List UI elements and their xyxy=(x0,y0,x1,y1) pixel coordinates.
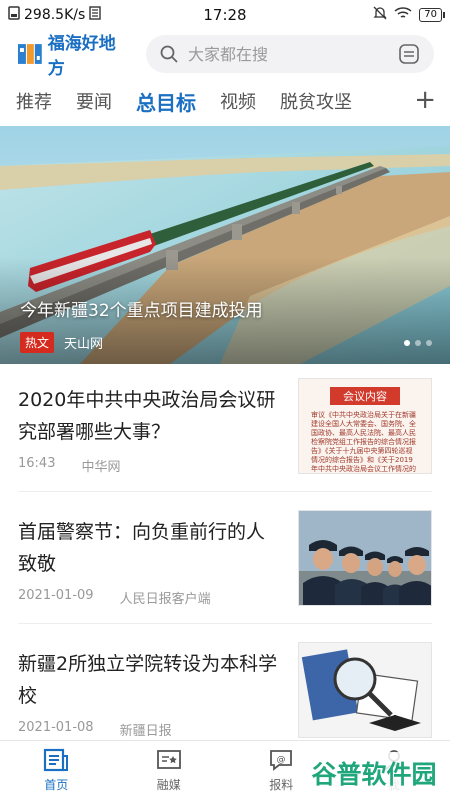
hot-tag: 热文 xyxy=(20,332,55,353)
thumb-heading: 会议内容 xyxy=(330,387,400,405)
news-item[interactable]: 2020年中共中央政治局会议研究部署哪些大事？ 16:43 中华网 会议内容 审… xyxy=(18,372,432,492)
home-icon xyxy=(44,748,69,772)
news-thumbnail xyxy=(298,642,432,738)
search-bar[interactable] xyxy=(146,35,434,73)
channel-tabs: 推荐 要闻 总目标 视频 脱贫攻坚 + xyxy=(0,82,450,120)
app-name: 福海好地方 xyxy=(47,34,116,79)
clock: 17:28 xyxy=(203,6,247,24)
search-icon xyxy=(160,45,178,63)
banner-meta: 热文 天山网 xyxy=(20,332,103,353)
news-source: 新疆日报 xyxy=(119,724,172,739)
news-source: 人民日报客户端 xyxy=(119,592,211,607)
carousel-indicator xyxy=(404,340,432,346)
news-title[interactable]: 2020年中共中央政治局会议研究部署哪些大事？ xyxy=(18,384,280,448)
tab-general-goal[interactable]: 总目标 xyxy=(136,87,196,116)
scan-icon[interactable] xyxy=(398,43,420,65)
banner-title[interactable]: 今年新疆32个重点项目建成投用 xyxy=(20,296,263,321)
thumb-text: 审议《中共中央政治局关于在新疆建设全国人大常委会、国务院、全国政协、最高人民法院… xyxy=(311,411,416,473)
nav-home[interactable]: 首页 xyxy=(0,741,113,800)
carousel-dot xyxy=(404,340,410,346)
battery-icon: 70 xyxy=(419,8,445,22)
news-time: 16:43 xyxy=(18,456,56,471)
tab-recommend[interactable]: 推荐 xyxy=(16,88,52,114)
nav-report-label: 报料 xyxy=(269,778,294,792)
banner-image xyxy=(0,126,450,364)
app-logo[interactable]: 福海好地方 xyxy=(16,29,132,79)
nav-home-label: 首页 xyxy=(44,778,69,792)
featured-banner[interactable]: 今年新疆32个重点项目建成投用 热文 天山网 xyxy=(0,126,450,364)
status-bar: 298.5K/s 17:28 70 xyxy=(0,0,450,30)
news-meta: 2021-01-09 人民日报客户端 xyxy=(18,588,211,607)
carousel-dot xyxy=(415,340,421,346)
search-input[interactable] xyxy=(188,44,388,64)
news-item[interactable]: 新疆2所独立学院转设为本科学校 2021-01-08 新疆日报 xyxy=(18,636,432,756)
news-time: 2021-01-09 xyxy=(18,588,94,603)
news-meta: 2021-01-08 新疆日报 xyxy=(18,720,172,739)
media-icon xyxy=(156,750,181,769)
news-title[interactable]: 新疆2所独立学院转设为本科学校 xyxy=(18,648,280,712)
app-header: 福海好地方 xyxy=(0,29,450,79)
news-item[interactable]: 首届警察节：向负重前行的人致敬 2021-01-09 人民日报客户端 xyxy=(18,504,432,624)
banner-source: 天山网 xyxy=(64,337,104,352)
nav-media[interactable]: 融媒 xyxy=(113,741,226,800)
svg-text:@: @ xyxy=(277,755,286,765)
nav-media-label: 融媒 xyxy=(156,778,181,792)
watermark-text: 谷普软件园 xyxy=(311,760,436,789)
news-meta: 16:43 中华网 xyxy=(18,456,120,475)
carousel-dot xyxy=(426,340,432,346)
news-source: 中华网 xyxy=(81,460,121,475)
news-time: 2021-01-08 xyxy=(18,720,94,735)
report-icon: @ xyxy=(270,750,293,771)
watermark-logo: 谷普软件园 xyxy=(306,752,442,798)
tab-video[interactable]: 视频 xyxy=(220,88,256,114)
tab-news[interactable]: 要闻 xyxy=(76,88,112,114)
add-channel-icon[interactable]: + xyxy=(414,86,436,114)
news-thumbnail xyxy=(298,510,432,606)
logo-mark-icon xyxy=(17,44,42,64)
tab-poverty[interactable]: 脱贫攻坚 xyxy=(280,88,366,114)
news-thumbnail: 会议内容 审议《中共中央政治局关于在新疆建设全国人大常委会、国务院、全国政协、最… xyxy=(298,378,432,474)
news-title[interactable]: 首届警察节：向负重前行的人致敬 xyxy=(18,516,280,580)
